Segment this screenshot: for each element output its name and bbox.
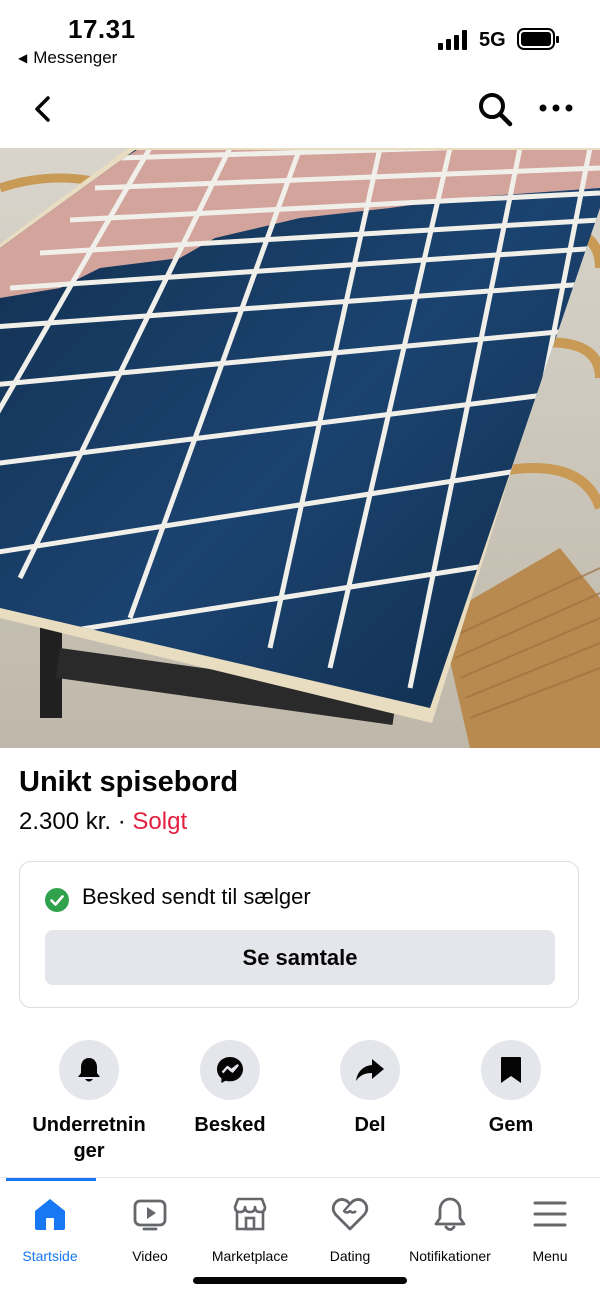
action-label: Del xyxy=(354,1114,386,1136)
action-share[interactable]: Del xyxy=(300,1040,440,1138)
listing-title: Unikt spisebord xyxy=(19,766,239,798)
back-to-app-link[interactable]: ◀ Messenger xyxy=(18,48,117,68)
back-app-label: Messenger xyxy=(33,48,118,67)
message-sent-text: Besked sendt til sælger xyxy=(82,884,311,909)
action-label: Underretninger xyxy=(32,1114,146,1162)
tab-menu[interactable]: Menu xyxy=(500,1194,600,1264)
tab-label: Menu xyxy=(532,1248,568,1264)
action-label: Besked xyxy=(194,1114,266,1136)
active-tab-indicator xyxy=(6,1178,96,1181)
tab-dating[interactable]: Dating xyxy=(300,1194,400,1264)
price-separator: · xyxy=(117,808,126,835)
dating-icon xyxy=(331,1198,369,1231)
tab-notifications[interactable]: Notifikationer xyxy=(400,1194,500,1264)
listing-price-line: 2.300 kr. · Solgt xyxy=(19,808,187,836)
tab-label: Marketplace xyxy=(211,1248,289,1264)
tab-label: Startside xyxy=(22,1248,78,1264)
action-label: Gem xyxy=(488,1114,534,1136)
messenger-icon xyxy=(217,1057,243,1083)
marketplace-icon xyxy=(233,1197,267,1231)
tab-video[interactable]: Video xyxy=(100,1194,200,1264)
sold-status: Solgt xyxy=(132,808,188,835)
search-icon[interactable] xyxy=(476,90,514,128)
listing-photo[interactable] xyxy=(0,148,600,748)
back-triangle-icon: ◀ xyxy=(18,51,28,65)
action-notifications[interactable]: Underretninger xyxy=(19,1040,159,1164)
listing-price: 2.300 kr. xyxy=(19,808,112,835)
action-message[interactable]: Besked xyxy=(160,1040,300,1138)
menu-icon xyxy=(533,1201,567,1227)
status-time: 17.31 xyxy=(68,14,136,44)
notifications-icon xyxy=(434,1197,466,1231)
tab-label: Notifikationer xyxy=(409,1248,491,1264)
action-save[interactable]: Gem xyxy=(441,1040,581,1138)
tab-label: Video xyxy=(132,1248,168,1264)
share-icon xyxy=(356,1059,384,1081)
table-photo-image xyxy=(0,148,600,748)
home-icon xyxy=(35,1199,65,1230)
video-icon xyxy=(133,1199,167,1231)
status-bar: 17.31 ◀ Messenger 5G xyxy=(0,0,600,80)
more-options-icon[interactable] xyxy=(538,96,574,120)
tab-marketplace[interactable]: Marketplace xyxy=(200,1194,300,1264)
see-conversation-button[interactable]: Se samtale xyxy=(45,930,555,985)
bookmark-icon xyxy=(501,1057,521,1083)
message-sent-card: Besked sendt til sælger Se samtale xyxy=(19,861,579,1008)
tab-home[interactable]: Startside xyxy=(0,1194,100,1264)
tab-label: Dating xyxy=(329,1248,371,1264)
signal-icon xyxy=(438,30,467,50)
network-type: 5G xyxy=(479,29,506,51)
home-indicator xyxy=(193,1277,407,1284)
bell-icon xyxy=(78,1058,100,1082)
top-nav-bar xyxy=(0,80,600,148)
check-circle-icon xyxy=(45,888,69,912)
battery-icon xyxy=(517,28,559,50)
back-arrow-icon[interactable] xyxy=(28,94,58,124)
